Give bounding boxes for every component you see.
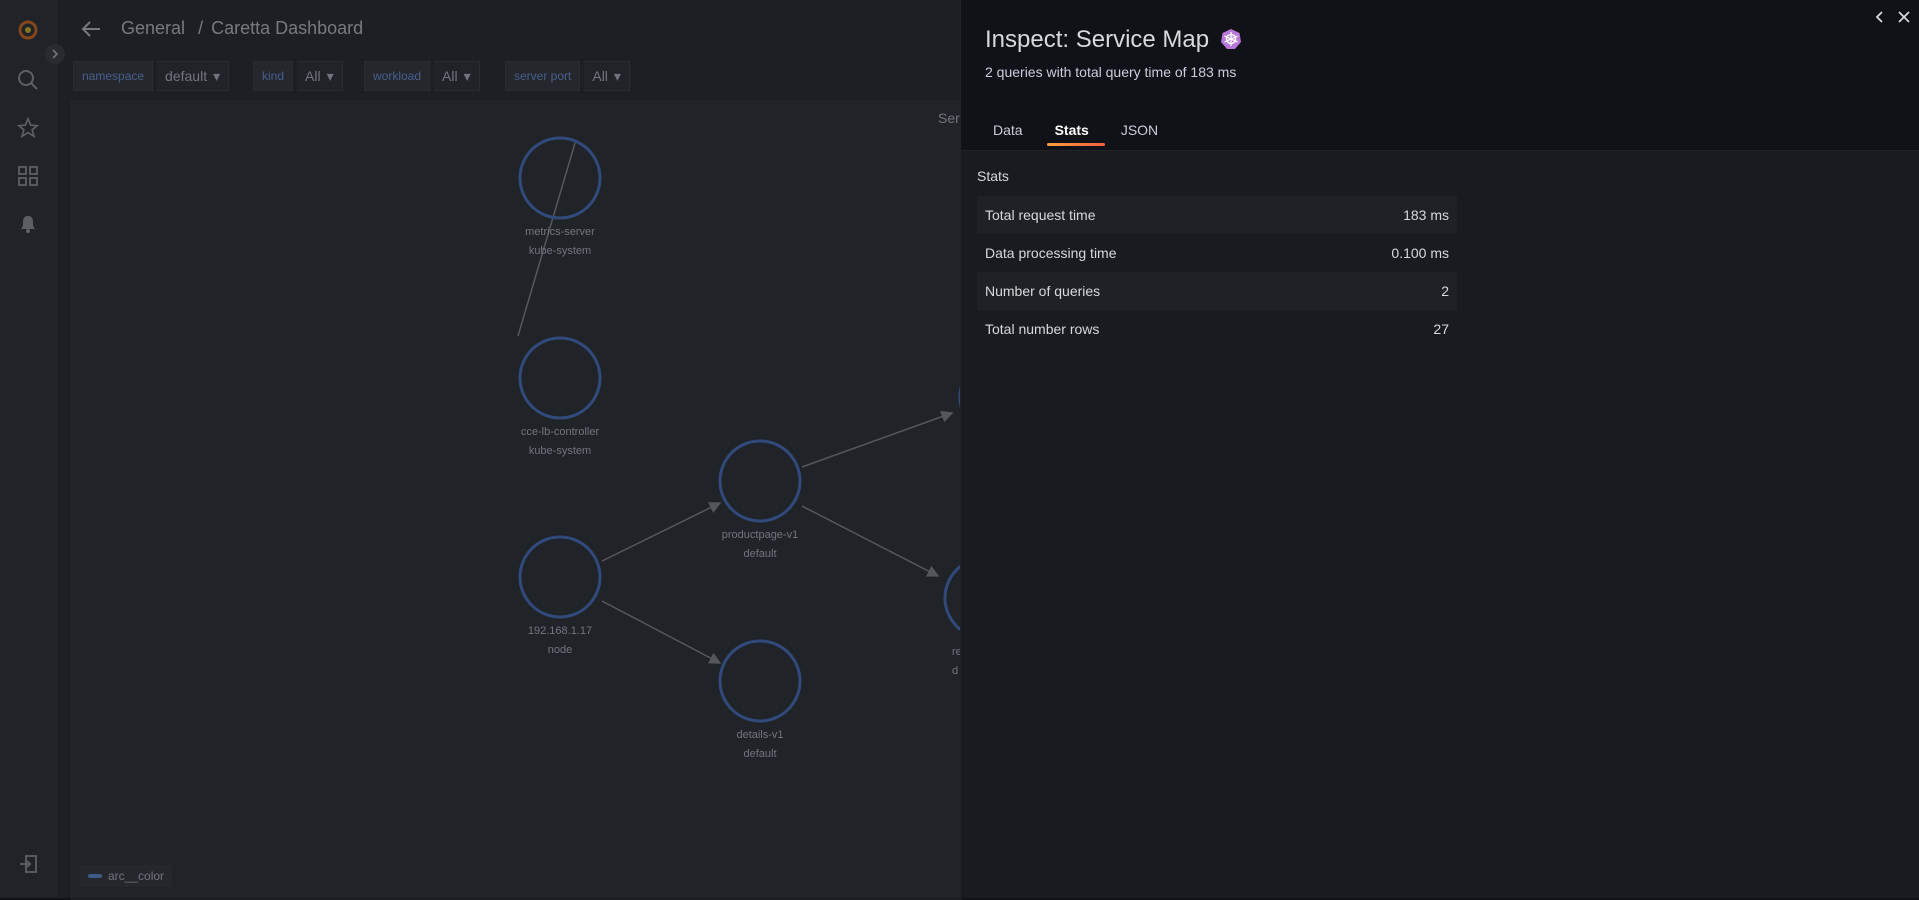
node-label: details-v1 default: [736, 729, 784, 760]
legend-label: arc__color: [108, 869, 165, 883]
legend[interactable]: arc__color: [80, 865, 173, 887]
dashboards-grid-icon[interactable]: [16, 164, 40, 188]
stats-heading: Stats: [977, 168, 1009, 184]
inspect-drawer: Inspect: Service Map 2 queries with tota…: [960, 0, 1919, 898]
service-map-panel[interactable]: metrics-server kube-system cce-lb-control…: [71, 100, 962, 900]
dashboard-title[interactable]: Caretta Dashboard: [211, 18, 363, 38]
table-row: Total request time 183 ms: [977, 196, 1457, 234]
variable-label: namespace: [73, 61, 154, 91]
legend-swatch: [88, 874, 102, 878]
variable-label: kind: [253, 61, 294, 91]
collapse-drawer-button[interactable]: [1869, 6, 1891, 28]
chevron-right-icon: [52, 49, 59, 59]
sign-in-icon[interactable]: [16, 852, 40, 876]
panel-title[interactable]: Ser: [938, 110, 960, 126]
variable-server-port: server port All ▾: [505, 61, 630, 91]
node-label: 192.168.1.17 node: [527, 625, 593, 656]
node-circle[interactable]: [943, 558, 961, 638]
tab-data[interactable]: Data: [985, 120, 1039, 146]
close-icon: [1898, 11, 1910, 23]
close-button[interactable]: [1893, 6, 1915, 28]
arrow-left-icon: [81, 21, 100, 37]
stat-value: 27: [1433, 321, 1449, 337]
stat-value: 0.100 ms: [1391, 245, 1449, 261]
node-circle[interactable]: [718, 639, 802, 723]
search-icon[interactable]: [16, 68, 40, 92]
tab-stats[interactable]: Stats: [1046, 120, 1106, 146]
grafana-logo-icon[interactable]: [16, 18, 40, 42]
breadcrumb-separator: /: [198, 18, 204, 38]
stats-table: Total request time 183 ms Data processin…: [977, 196, 1457, 348]
kubernetes-icon: [1220, 28, 1242, 57]
caret-down-icon: ▾: [463, 67, 471, 84]
chevron-left-icon: [1875, 11, 1883, 23]
bell-alert-icon[interactable]: [16, 212, 40, 236]
variable-workload: workload All ▾: [364, 61, 480, 91]
edge: [801, 410, 954, 468]
node-label: productpage-v1 default: [721, 529, 799, 560]
breadcrumb-folder[interactable]: General: [121, 18, 185, 38]
variable-label: server port: [505, 61, 581, 91]
node-circle[interactable]: [518, 336, 602, 420]
server-port-select[interactable]: All ▾: [584, 61, 630, 91]
breadcrumb: General / Caretta Dashboard: [121, 18, 371, 39]
drawer-title: Inspect: Service Map: [985, 26, 1242, 57]
node-label: metrics-server kube-system: [525, 226, 595, 257]
node-circle[interactable]: [718, 439, 802, 523]
caret-down-icon: ▾: [326, 67, 334, 84]
drawer-subtitle: 2 queries with total query time of 183 m…: [985, 64, 1237, 80]
variable-label: workload: [364, 61, 431, 91]
caret-down-icon: ▾: [213, 67, 221, 84]
stat-label: Total request time: [985, 207, 1096, 223]
variable-kind: kind All ▾: [253, 61, 343, 91]
tab-json[interactable]: JSON: [1113, 120, 1174, 146]
table-row: Total number rows 27: [977, 310, 1457, 348]
table-row: Data processing time 0.100 ms: [977, 234, 1457, 272]
kind-select[interactable]: All ▾: [297, 61, 343, 91]
caret-down-icon: ▾: [613, 67, 621, 84]
inspect-tabs: Data Stats JSON: [985, 120, 1182, 146]
node-circle[interactable]: [518, 136, 602, 220]
stat-label: Data processing time: [985, 245, 1117, 261]
node-graph[interactable]: [72, 101, 961, 899]
side-nav: [0, 0, 57, 898]
stat-label: Number of queries: [985, 283, 1101, 299]
variable-namespace: namespace default ▾: [73, 61, 230, 91]
namespace-select[interactable]: default ▾: [157, 61, 230, 91]
node-label: cce-lb-controller kube-system: [520, 426, 600, 457]
star-icon[interactable]: [16, 116, 40, 140]
expand-nav-button[interactable]: [45, 44, 65, 64]
table-row: Number of queries 2: [977, 272, 1457, 310]
stat-label: Total number rows: [985, 321, 1100, 337]
stat-value: 2: [1441, 283, 1449, 299]
stat-value: 183 ms: [1403, 207, 1449, 223]
back-arrow-button[interactable]: [80, 18, 102, 40]
node-circle[interactable]: [518, 535, 602, 619]
drawer-header: Inspect: Service Map 2 queries with tota…: [961, 0, 1919, 151]
workload-select[interactable]: All ▾: [434, 61, 480, 91]
